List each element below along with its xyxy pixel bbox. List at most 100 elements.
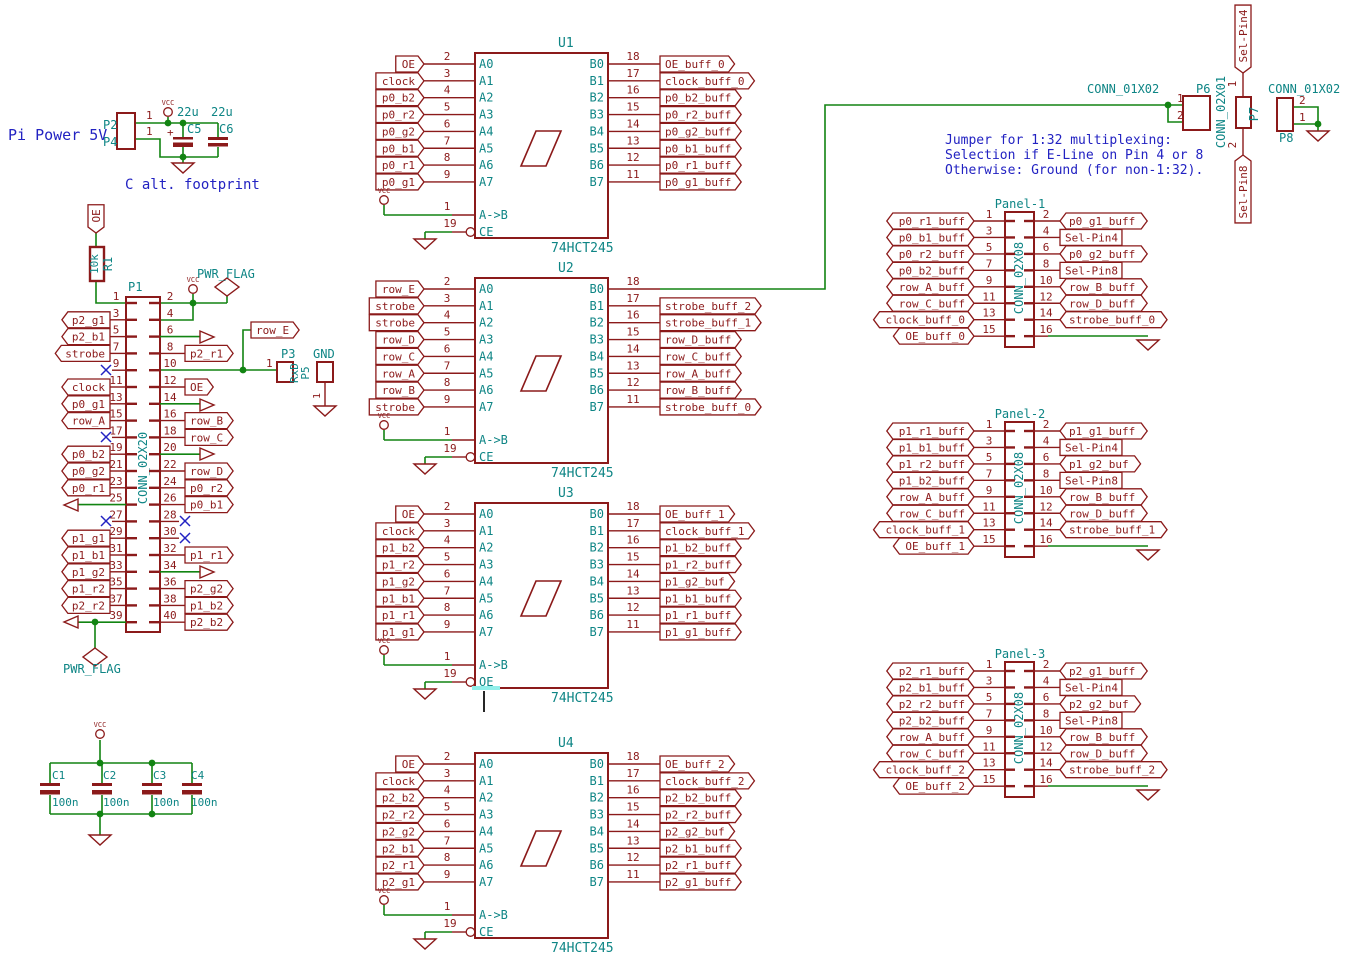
net-label-text-p0_b1[interactable]: p0_b1 [190, 499, 223, 512]
net-label-text-p2_r1_buff[interactable]: p2_r1_buff [899, 665, 965, 678]
net-label-text-p1_b1_buff[interactable]: p1_b1_buff [899, 441, 965, 454]
gnd-arrow-symbol[interactable] [200, 448, 214, 460]
ref-Panel-1[interactable]: Panel-1 [995, 197, 1046, 211]
net-label-text-strobe_buff_2[interactable]: strobe_buff_2 [665, 300, 751, 313]
net-label-text-p0_b1[interactable]: p0_b1 [382, 142, 415, 155]
net-label-text-OE[interactable]: OE [190, 381, 203, 394]
net-label-text-strobe_buff_1[interactable]: strobe_buff_1 [1069, 524, 1155, 537]
gnd-symbol[interactable] [89, 835, 111, 845]
net-label-text-clock[interactable]: clock [382, 75, 415, 88]
net-label-text-p1_b1[interactable]: p1_b1 [382, 592, 415, 605]
value-C1[interactable]: 100n [52, 796, 79, 809]
net-label-text-p2_g2[interactable]: p2_g2 [190, 583, 223, 596]
note-c-alt-footprint[interactable]: C alt. footprint [125, 177, 260, 193]
pin-num[interactable]: 1 [146, 109, 153, 122]
net-label-text-p2_r2[interactable]: p2_r2 [72, 599, 105, 612]
net-label-text-Sel-Pin8[interactable]: Sel-Pin8 [1065, 714, 1118, 727]
ref-Panel-2[interactable]: Panel-2 [995, 407, 1046, 421]
gnd-arrow-symbol[interactable] [200, 566, 214, 578]
value-P6[interactable]: CONN_01X02 [1087, 82, 1159, 96]
net-label-text-p2_g2_buf[interactable]: p2_g2_buf [1069, 698, 1129, 711]
gnd-symbol[interactable] [1137, 550, 1159, 560]
net-label-text-row_A_buff[interactable]: row_A_buff [899, 731, 965, 744]
net-label-text-p2_g1_buff[interactable]: p2_g1_buff [1069, 665, 1135, 678]
value-R1[interactable]: 10k [88, 254, 101, 274]
net-label-text-p1_b2[interactable]: p1_b2 [382, 542, 415, 555]
net-label-text-p0_g2[interactable]: p0_g2 [72, 465, 105, 478]
net-label-text-clock[interactable]: clock [382, 525, 415, 538]
pin-num[interactable]: 1 [1226, 81, 1239, 88]
net-label-text-p1_g2[interactable]: p1_g2 [382, 575, 415, 588]
gnd-arrow-symbol[interactable] [64, 499, 78, 511]
net-label-text-p2_b2_buff[interactable]: p2_b2_buff [899, 714, 965, 727]
net-label-text-p1_r2_buff[interactable]: p1_r2_buff [665, 559, 731, 572]
net-label-text-p1_b1_buff[interactable]: p1_b1_buff [665, 592, 731, 605]
ref-C5[interactable]: C5 [187, 122, 201, 136]
ref-U3[interactable]: U3 [558, 486, 574, 501]
net-label-text-p2_b1_buff[interactable]: p2_b1_buff [899, 681, 965, 694]
vcc-symbol[interactable] [380, 421, 389, 430]
vcc-symbol[interactable] [189, 285, 198, 294]
net-label-text-row_C_buff[interactable]: row_C_buff [899, 507, 965, 520]
net-label-text-row_A_buff[interactable]: row_A_buff [665, 367, 731, 380]
net-label-text-p1_r1_buff[interactable]: p1_r1_buff [899, 425, 965, 438]
net-label-text-row_B_buff[interactable]: row_B_buff [1069, 281, 1135, 294]
net-label-text-row_C_buff[interactable]: row_C_buff [665, 350, 731, 363]
net-label-text-p0_r1[interactable]: p0_r1 [382, 159, 415, 172]
net-label-text-row_E[interactable]: row_E [256, 324, 289, 337]
value-U2[interactable]: 74HCT245 [551, 466, 614, 481]
pin-num[interactable]: 1 [1177, 92, 1184, 105]
net-label-text-Sel-Pin4[interactable]: Sel-Pin4 [1237, 9, 1250, 62]
net-label-text-p1_b1[interactable]: p1_b1 [72, 549, 105, 562]
net-label-text-p2_b2[interactable]: p2_b2 [382, 792, 415, 805]
net-label-text-p0_g2_buff[interactable]: p0_g2_buff [665, 125, 731, 138]
net-label-text-row_D_buff[interactable]: row_D_buff [1069, 747, 1135, 760]
ref-U4[interactable]: U4 [558, 736, 574, 751]
net-label-text-p2_b1[interactable]: p2_b1 [382, 842, 415, 855]
net-label-text-clock_buff_0[interactable]: clock_buff_0 [886, 314, 965, 327]
net-label-text-strobe_buff_2[interactable]: strobe_buff_2 [1069, 764, 1155, 777]
connector-P5-GND[interactable] [317, 362, 333, 382]
net-label-text-p1_g2_buf[interactable]: p1_g2_buf [1069, 458, 1129, 471]
note-jumper-1[interactable]: Jumper for 1:32 multiplexing: [945, 133, 1172, 148]
net-label-text-p0_g1_buff[interactable]: p0_g1_buff [665, 176, 731, 189]
net-label-text-p2_g1_buff[interactable]: p2_g1_buff [665, 876, 731, 889]
net-label-text-OE[interactable]: OE [402, 758, 415, 771]
net-label-text-row_C_buff[interactable]: row_C_buff [899, 747, 965, 760]
net-label-text-p2_g1[interactable]: p2_g1 [72, 314, 105, 327]
net-label-text-row_C[interactable]: row_C [382, 350, 415, 363]
net-label-text-p1_g2[interactable]: p1_g2 [72, 566, 105, 579]
net-label-text-Sel-Pin8[interactable]: Sel-Pin8 [1237, 165, 1250, 218]
ref-Panel-3[interactable]: Panel-3 [995, 647, 1046, 661]
pin-num[interactable]: 2 [1299, 94, 1306, 107]
gnd-symbol[interactable] [414, 689, 436, 699]
schematic-canvas[interactable]: U174HCT2452A0OE3A1clock4A2p0_b25A3p0_r26… [0, 0, 1354, 969]
ref-C1[interactable]: C1 [52, 769, 65, 782]
polarity-plus[interactable]: + [167, 126, 174, 139]
net-label-text-strobe[interactable]: strobe [65, 347, 105, 360]
value-C6[interactable]: 22u [211, 105, 233, 119]
net-label-text-row_E[interactable]: row_E [382, 283, 415, 296]
net-label-text-clock_buff_1[interactable]: clock_buff_1 [665, 525, 744, 538]
ref-P1[interactable]: P1 [128, 280, 142, 294]
pin-num[interactable]: 1 [312, 393, 323, 399]
pin-num[interactable]: 1 [146, 125, 153, 138]
net-label-text-OE[interactable]: OE [402, 508, 415, 521]
net-label-text-Sel-Pin4[interactable]: Sel-Pin4 [1065, 231, 1118, 244]
net-label-text-strobe_buff_0[interactable]: strobe_buff_0 [1069, 314, 1155, 327]
ref-P7[interactable]: P7 [1247, 107, 1261, 121]
ref-P6[interactable]: P6 [1196, 82, 1210, 96]
gnd-symbol[interactable] [1137, 340, 1159, 350]
net-label-text-clock[interactable]: clock [382, 775, 415, 788]
net-label-text-OE[interactable]: OE [90, 209, 103, 222]
ref-P4[interactable]: P4 [103, 135, 117, 149]
net-label-text-row_A[interactable]: row_A [72, 415, 105, 428]
net-label-text-clock_buff_2[interactable]: clock_buff_2 [886, 764, 965, 777]
net-label-text-p0_b2[interactable]: p0_b2 [382, 92, 415, 105]
net-label-text-p0_g2_buff[interactable]: p0_g2_buff [1069, 248, 1135, 261]
ref-C6[interactable]: C6 [219, 122, 233, 136]
ref-R1[interactable]: R1 [101, 257, 115, 271]
note-pi-power[interactable]: Pi Power 5V [8, 126, 107, 144]
ref-pwr-flag-bottom[interactable]: PWR_FLAG [63, 662, 121, 676]
net-label-text-p0_g2[interactable]: p0_g2 [382, 125, 415, 138]
